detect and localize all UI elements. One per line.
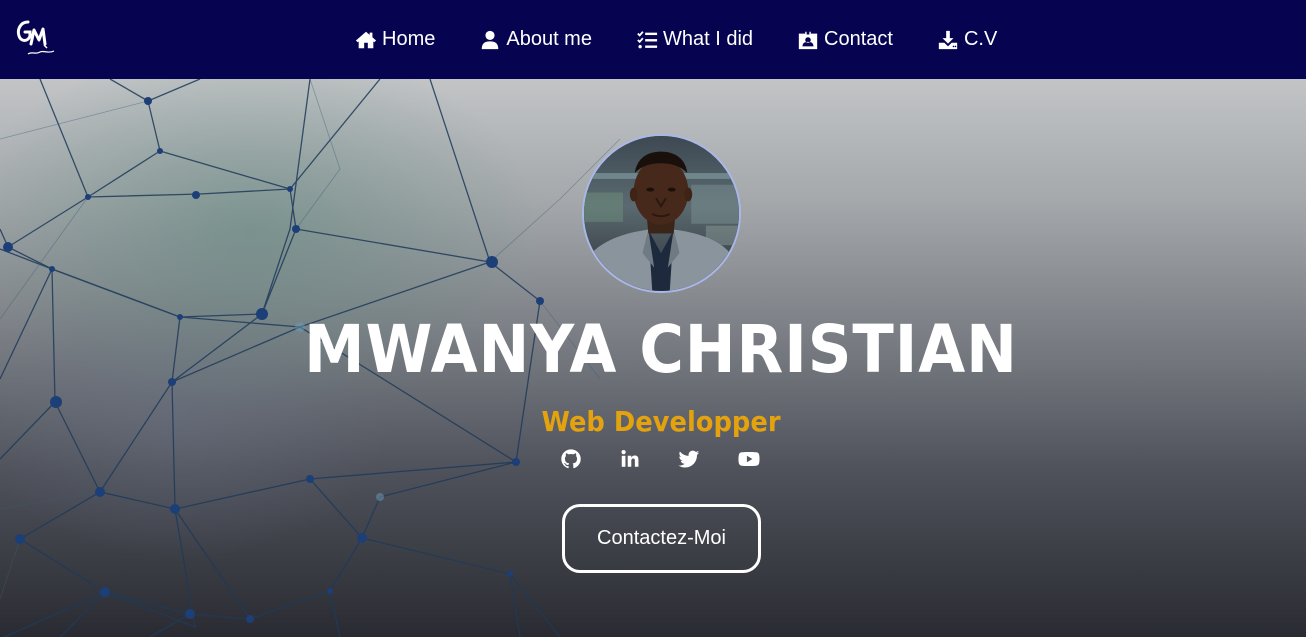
home-icon [355, 31, 377, 48]
nav-cv-label: C.V [963, 28, 998, 50]
nav-about-label: About me [506, 28, 592, 50]
social-links [560, 447, 761, 471]
nav-home-label: Home [382, 28, 436, 50]
twitter-link[interactable] [678, 448, 700, 470]
nav-what-i-did[interactable]: What I did [636, 28, 753, 51]
download-icon [938, 30, 958, 49]
hero-role: Web Developper [541, 405, 781, 438]
nav-cv[interactable]: C.V [937, 28, 997, 51]
id-badge-icon [798, 30, 818, 49]
nav-contact-label: Contact [824, 28, 893, 50]
nav-contact[interactable]: Contact [797, 28, 893, 51]
tasks-icon [637, 30, 658, 48]
nav-what-i-did-label: What I did [662, 28, 754, 50]
navbar: Home About me What I did Contact C.V [0, 0, 1306, 79]
linkedin-link[interactable] [619, 448, 641, 470]
nav-home[interactable]: Home [355, 28, 435, 51]
hero-section: MWANYA CHRISTIAN Web Developper Contacte… [0, 79, 1306, 637]
github-link[interactable] [560, 448, 582, 470]
nav-menu: Home About me What I did Contact C.V [355, 0, 997, 79]
linkedin-icon [621, 450, 639, 467]
contact-me-button[interactable]: Contactez-Moi [562, 504, 761, 573]
nav-about[interactable]: About me [479, 28, 592, 51]
logo[interactable] [14, 14, 60, 60]
twitter-icon [678, 450, 700, 468]
youtube-link[interactable] [737, 448, 761, 470]
user-icon [482, 30, 499, 49]
github-icon [561, 449, 581, 469]
profile-photo [582, 134, 741, 293]
hero-name: MWANYA CHRISTIAN [304, 311, 1018, 388]
youtube-icon [738, 451, 760, 467]
